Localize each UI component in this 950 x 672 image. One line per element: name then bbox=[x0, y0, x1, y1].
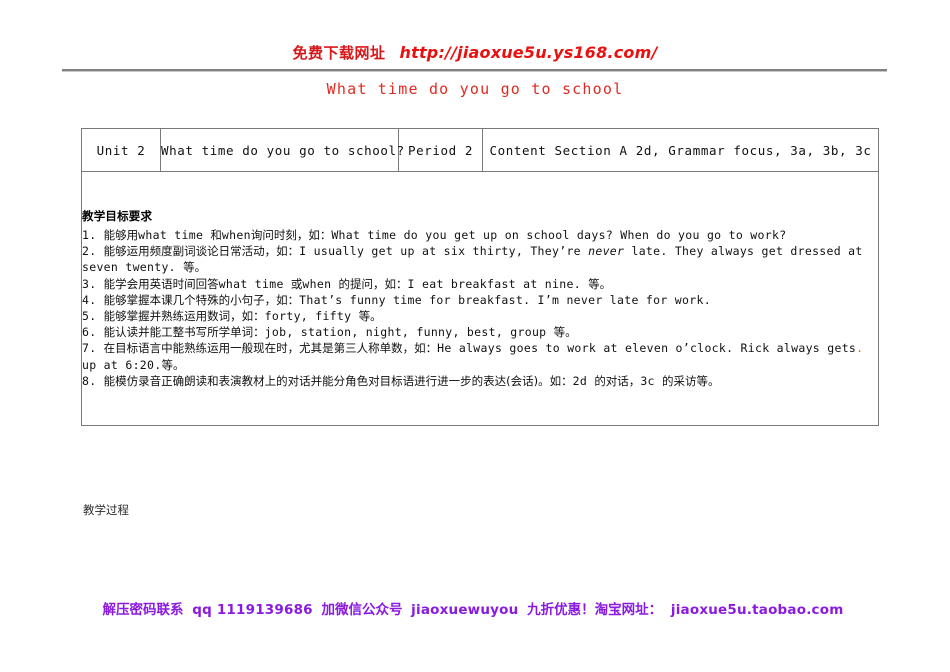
objective-text-run: 能够掌握本课几个特殊的小句子，如： bbox=[103, 292, 300, 307]
objective-text-run: up at 6:20. bbox=[82, 357, 162, 372]
banner-download-url[interactable]: http://jiaoxue5u.ys168.com/ bbox=[400, 43, 658, 62]
objective-text-run: 等。 bbox=[588, 276, 612, 291]
objective-text-run: I usually get up at six thirty, They’re bbox=[299, 244, 589, 259]
objectives-list: 1. 能够用what time 和when询问时刻，如：What time do… bbox=[82, 227, 878, 389]
cell-unit: Unit 2 bbox=[81, 128, 161, 172]
footer-segment: 加微信公众号 bbox=[321, 602, 403, 618]
objective-text-run: 等。 bbox=[161, 357, 185, 372]
objective-item: 7. 在目标语言中能熟练运用一般现在时，尤其是第三人称单数，如：He alway… bbox=[82, 340, 878, 372]
cell-teaching-objectives: 教学目标要求 1. 能够用what time 和when询问时刻，如：What … bbox=[81, 171, 879, 426]
objective-text-run: 等。 bbox=[358, 309, 382, 323]
cell-content: Content Section A 2d, Grammar focus, 3a,… bbox=[482, 128, 879, 172]
objective-text-run: 等。 bbox=[553, 325, 577, 340]
footer-segment: 九折优惠！淘宝网址： bbox=[527, 602, 663, 618]
download-banner: 免费下载网址 http://jiaoxue5u.ys168.com/ bbox=[0, 42, 950, 63]
objective-text-run: 在目标语言中能熟练运用一般现在时，尤其是第三人称单数，如： bbox=[103, 341, 438, 356]
objective-number: 8. bbox=[82, 373, 104, 388]
footer-segment: jiaoxuewuyou bbox=[411, 602, 519, 618]
footer-segment: jiaoxue5u.taobao.com bbox=[670, 602, 844, 618]
objective-text-run: He always goes to work at eleven o’clock… bbox=[437, 341, 857, 356]
objective-item: 8. 能模仿录音正确朗读和表演教材上的对话并能分角色对目标语进行进一步的表达(会… bbox=[82, 373, 878, 389]
objective-text-run: 3c bbox=[640, 373, 662, 388]
teaching-process-label: 教学过程 bbox=[83, 503, 129, 517]
objective-item: 6. 能认读并能工整书写所学单词：job, station, night, fu… bbox=[82, 324, 878, 340]
objective-text-run: forty, fifty bbox=[264, 309, 359, 323]
objective-text-run: 询问时刻，如： bbox=[250, 227, 332, 242]
table-row-header: Unit 2 What time do you go to school? Pe… bbox=[81, 128, 879, 172]
objective-number: 1. bbox=[82, 227, 104, 242]
objective-item: 2. 能够运用频度副词谈论日常活动，如：I usually get up at … bbox=[82, 243, 878, 275]
objective-number: 7. bbox=[82, 341, 104, 356]
objective-text-run: job, station, night, funny, best, group bbox=[264, 325, 554, 340]
objective-text-run: 能认读并能工整书写所学单词： bbox=[103, 325, 265, 340]
objective-item: 3. 能学会用英语时间回答what time 或when 的提问，如：I eat… bbox=[82, 276, 878, 292]
table-row-objectives: 教学目标要求 1. 能够用what time 和when询问时刻，如：What … bbox=[81, 171, 879, 426]
header-divider-rule bbox=[62, 69, 887, 72]
objective-item: 5. 能够掌握并熟练运用数词，如：forty, fifty 等。 bbox=[82, 308, 878, 324]
objective-text-run: what time bbox=[218, 276, 291, 291]
objective-text-run: 和 bbox=[210, 227, 222, 242]
objective-text-run: 2d bbox=[572, 373, 595, 388]
objective-text-run: what time bbox=[138, 227, 211, 242]
objective-text-run: 或 bbox=[290, 276, 303, 291]
cell-topic: What time do you go to school? bbox=[160, 128, 404, 172]
footer-segment: 解压密码联系 bbox=[102, 602, 184, 618]
objective-number: 3. bbox=[82, 276, 104, 291]
objective-text-run: never bbox=[588, 244, 625, 259]
banner-chinese-label: 免费下载网址 bbox=[292, 44, 386, 62]
objective-text-run: 能模仿录音正确朗读和表演教材上的对话并能分角色对目标语进行进一步的表达(会话)。… bbox=[103, 373, 573, 388]
footer-promo-line: 解压密码联系 qq 1119139686 加微信公众号 jiaoxuewuyou… bbox=[0, 598, 950, 618]
objective-text-run: 能够运用频度副词谈论日常活动，如： bbox=[103, 244, 300, 259]
objective-text-run: when bbox=[221, 227, 251, 242]
objective-text-run: What time do you get up on school days? … bbox=[331, 227, 787, 242]
lesson-plan-table: Unit 2 What time do you go to school? Pe… bbox=[81, 128, 879, 426]
document-page: 免费下载网址 http://jiaoxue5u.ys168.com/ What t… bbox=[0, 0, 950, 672]
objective-text-run: 能够掌握并熟练运用数词，如： bbox=[103, 309, 265, 323]
objective-number: 2. bbox=[82, 244, 104, 259]
objectives-heading: 教学目标要求 bbox=[82, 208, 153, 223]
objective-text-run: 的对话， bbox=[594, 373, 641, 388]
objective-text-run: 能学会用英语时间回答 bbox=[103, 276, 219, 291]
objective-text-run: I eat breakfast at nine. bbox=[407, 276, 589, 291]
objective-text-run: when bbox=[302, 276, 339, 291]
objective-number: 5. bbox=[82, 309, 104, 323]
objective-text-run: 的提问，如： bbox=[338, 276, 408, 291]
objective-number: 6. bbox=[82, 325, 104, 340]
objective-text-run: That’s funny time for breakfast. I’m nev… bbox=[299, 292, 711, 307]
objective-item: 1. 能够用what time 和when询问时刻，如：What time do… bbox=[82, 227, 878, 243]
objective-text-run: 的采访等。 bbox=[661, 373, 720, 388]
objective-text-run: 等。 bbox=[183, 260, 207, 275]
objective-item: 4. 能够掌握本课几个特殊的小句子，如：That’s funny time fo… bbox=[82, 292, 878, 308]
footer-segment: qq 1119139686 bbox=[192, 602, 313, 618]
cell-period: Period 2 bbox=[398, 128, 483, 172]
objective-text-run: . bbox=[856, 341, 864, 356]
objective-text-run: 能够用 bbox=[103, 227, 139, 242]
page-title: What time do you go to school bbox=[326, 80, 624, 98]
objective-number: 4. bbox=[82, 292, 104, 307]
